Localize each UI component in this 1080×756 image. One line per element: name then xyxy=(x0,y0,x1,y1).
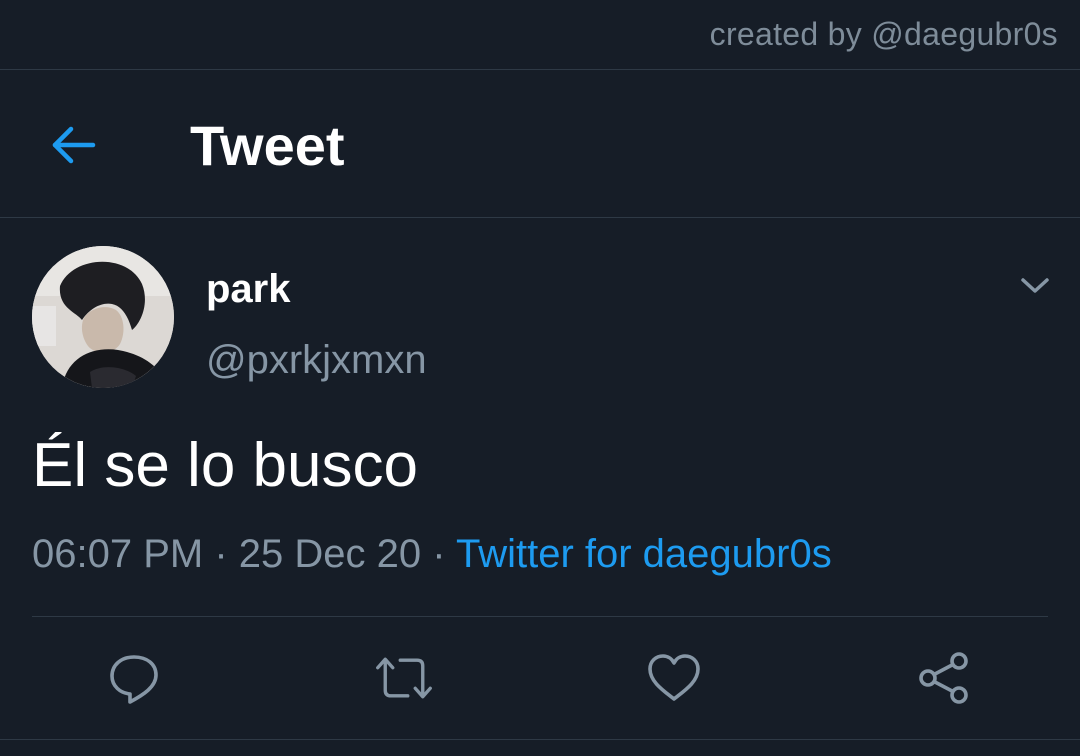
share-icon xyxy=(919,652,968,704)
tweet-meta: 06:07 PM · 25 Dec 20 · Twitter for daegu… xyxy=(32,532,832,577)
back-button[interactable] xyxy=(40,111,108,179)
tweet-date: 25 Dec 20 xyxy=(238,532,422,576)
tweet-text: Él se lo busco xyxy=(32,431,418,500)
divider xyxy=(0,739,1080,740)
arrow-left-icon xyxy=(52,126,96,164)
avatar[interactable] xyxy=(32,246,174,388)
author-display-name[interactable]: park xyxy=(206,267,291,312)
meta-separator: · xyxy=(432,532,446,576)
divider xyxy=(0,217,1080,218)
divider xyxy=(0,69,1080,70)
reply-icon xyxy=(110,655,158,704)
tweet-source-link[interactable]: Twitter for daegubr0s xyxy=(456,532,832,576)
retweet-icon xyxy=(376,657,432,699)
divider xyxy=(32,616,1048,617)
tweet-menu-button[interactable] xyxy=(1012,268,1058,304)
tweet-time: 06:07 PM xyxy=(32,532,204,576)
heart-icon xyxy=(648,654,700,701)
credit-bar: created by @daegubr0s xyxy=(0,0,1080,70)
header: Tweet xyxy=(0,71,1080,217)
tweet-actions xyxy=(0,618,1080,738)
author-handle[interactable]: @pxrkjxmxn xyxy=(206,338,427,383)
like-button[interactable] xyxy=(644,648,704,708)
reply-button[interactable] xyxy=(104,648,164,708)
chevron-down-icon xyxy=(1021,278,1049,293)
page-title: Tweet xyxy=(190,114,345,177)
retweet-button[interactable] xyxy=(374,648,434,708)
share-button[interactable] xyxy=(914,648,974,708)
avatar-photo xyxy=(32,246,174,388)
meta-separator: · xyxy=(214,532,228,576)
credit-text: created by @daegubr0s xyxy=(709,16,1058,52)
